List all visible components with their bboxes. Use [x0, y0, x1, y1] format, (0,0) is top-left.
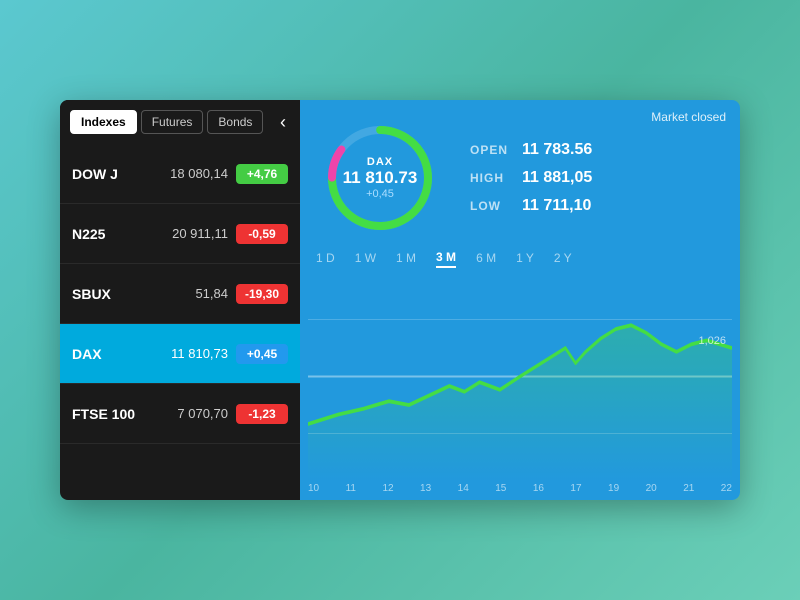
x-axis-label: 17 — [570, 483, 581, 494]
stock-row[interactable]: SBUX51,84 -19,30 — [60, 264, 300, 324]
high-value: 11 881,05 — [522, 169, 592, 187]
x-axis-label: 11 — [346, 483, 356, 494]
x-axis-label: 20 — [646, 483, 657, 494]
tab-bonds[interactable]: Bonds — [207, 110, 263, 134]
low-label: LOW — [470, 199, 506, 213]
stock-name: N225 — [72, 226, 172, 242]
donut-change: +0,45 — [343, 188, 418, 200]
time-range-btn[interactable]: 6 M — [476, 248, 496, 268]
x-axis-label: 13 — [420, 483, 431, 494]
stock-row[interactable]: N22520 911,11 -0,59 — [60, 204, 300, 264]
stock-value: 7 070,70 — [177, 406, 228, 421]
chart-y-label: 1,026 — [698, 335, 726, 347]
market-status: Market closed — [651, 110, 726, 124]
time-range-btn[interactable]: 1 W — [355, 248, 376, 268]
x-axis-label: 16 — [533, 483, 544, 494]
time-range-btn[interactable]: 1 D — [316, 248, 335, 268]
stock-list: DOW J18 080,14 +4,76 N22520 911,11 -0,59 SBU… — [60, 144, 300, 500]
stock-name: SBUX — [72, 286, 195, 302]
donut-ticker: DAX — [343, 156, 418, 168]
stock-row[interactable]: FTSE 1007 070,70 -1,23 — [60, 384, 300, 444]
tab-indexes[interactable]: Indexes — [70, 110, 137, 134]
donut-label: DAX 11 810.73 +0,45 — [343, 156, 418, 200]
stock-change-badge: -1,23 — [236, 404, 288, 424]
stock-change-badge: +0,45 — [236, 344, 288, 364]
chart-area: 1,026 — [300, 272, 740, 481]
stock-name: DAX — [72, 346, 171, 362]
stock-row[interactable]: DAX11 810,73 +0,45 — [60, 324, 300, 384]
stat-low: LOW 11 711,10 — [470, 197, 592, 215]
left-panel: Indexes Futures Bonds ‹ DOW J18 080,14 +4… — [60, 100, 300, 500]
stock-value: 11 810,73 — [171, 346, 228, 361]
open-value: 11 783.56 — [522, 141, 592, 159]
high-label: HIGH — [470, 171, 506, 185]
stock-value: 51,84 — [195, 286, 228, 301]
stats-panel: OPEN 11 783.56 HIGH 11 881,05 LOW 11 711… — [470, 141, 592, 215]
donut-price: 11 810.73 — [343, 168, 418, 188]
chevron-button[interactable]: ‹ — [276, 112, 290, 133]
tab-futures[interactable]: Futures — [141, 110, 204, 134]
stat-high: HIGH 11 881,05 — [470, 169, 592, 187]
open-label: OPEN — [470, 143, 506, 157]
tabs-row: Indexes Futures Bonds ‹ — [60, 100, 300, 144]
time-range-btn[interactable]: 1 Y — [516, 248, 534, 268]
x-axis-label: 21 — [683, 483, 694, 494]
x-axis-label: 10 — [308, 483, 319, 494]
x-axis-label: 22 — [721, 483, 732, 494]
x-axis-label: 19 — [608, 483, 619, 494]
low-value: 11 711,10 — [522, 197, 591, 215]
x-axis-label: 12 — [382, 483, 393, 494]
stock-change-badge: +4,76 — [236, 164, 288, 184]
time-range-row: 1 D 1 W 1 M 3 M 6 M 1 Y 2 Y — [300, 248, 740, 272]
stock-change-badge: -0,59 — [236, 224, 288, 244]
stock-value: 18 080,14 — [170, 166, 228, 181]
x-axis-labels: 10 11 12 13 14 15 16 17 19 20 21 22 — [300, 481, 740, 500]
stock-name: FTSE 100 — [72, 406, 177, 422]
x-axis-label: 15 — [495, 483, 506, 494]
stock-widget: Indexes Futures Bonds ‹ DOW J18 080,14 +4… — [60, 100, 740, 500]
stock-row[interactable]: DOW J18 080,14 +4,76 — [60, 144, 300, 204]
stat-open: OPEN 11 783.56 — [470, 141, 592, 159]
x-axis-label: 14 — [458, 483, 469, 494]
right-panel: Market closed DAX 11 810.73 +0,45 — [300, 100, 740, 500]
time-range-btn[interactable]: 2 Y — [554, 248, 572, 268]
stock-value: 20 911,11 — [172, 226, 228, 241]
donut-chart: DAX 11 810.73 +0,45 — [320, 118, 440, 238]
time-range-btn[interactable]: 1 M — [396, 248, 416, 268]
stock-name: DOW J — [72, 166, 170, 182]
stock-change-badge: -19,30 — [236, 284, 288, 304]
time-range-btn[interactable]: 3 M — [436, 248, 456, 268]
